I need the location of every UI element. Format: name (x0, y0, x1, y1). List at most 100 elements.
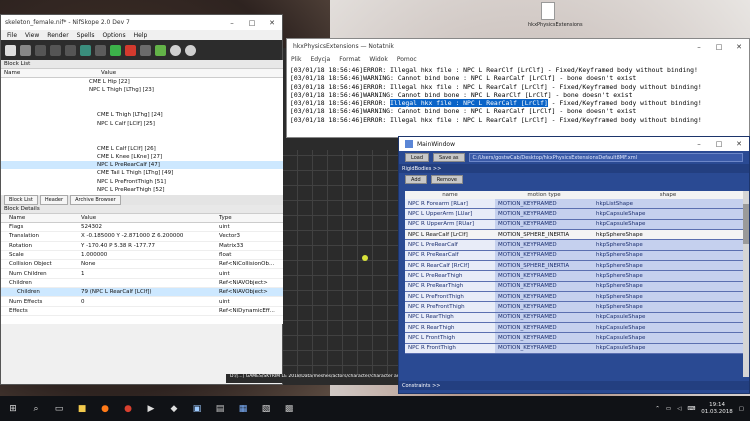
detail-row[interactable]: Num Children 1 uint (1, 269, 283, 279)
cell-name[interactable]: NPC R RearCalf [RrClf] (405, 261, 495, 271)
block-list-row[interactable] (1, 128, 283, 136)
search-icon[interactable]: ⌕ (26, 399, 46, 419)
notepad-titlebar[interactable]: hkxPhysicsExtensions — Notatnik – □ ✕ (287, 39, 749, 54)
cell-name[interactable]: NPC R PreRearCalf (405, 250, 495, 261)
block-list-row[interactable]: CME L Knee [LKne] [27] (1, 153, 283, 161)
cell-shape[interactable]: hkpSphereShape (593, 302, 743, 312)
app5-icon[interactable]: ▩ (279, 399, 299, 419)
tab-header[interactable]: Header (39, 195, 69, 205)
maximize-icon[interactable]: □ (709, 43, 729, 51)
red-cube-icon[interactable] (125, 44, 136, 56)
tab-archive-browser[interactable]: Archive Browser (70, 195, 121, 205)
block-list-row[interactable]: NPC L Calf [LClf] [25] (1, 119, 283, 127)
add-button[interactable]: Add (405, 175, 427, 184)
cell-motion[interactable]: MOTION_KEYFRAMED (495, 271, 593, 281)
cell-shape[interactable]: hkpCapsuleShape (593, 343, 743, 354)
notepad-text-area[interactable]: [03/01/18 18:56:46]ERROR: Illegal hkx fi… (287, 64, 749, 126)
cell-motion[interactable]: MOTION_KEYFRAMED (495, 240, 593, 250)
table-row[interactable]: NPC R UpperArm [RUar] MOTION_KEYFRAMED hkp… (405, 219, 743, 231)
cell-shape[interactable]: hkpSphereShape (593, 292, 743, 302)
column-value[interactable]: Value (101, 70, 116, 76)
network-icon[interactable]: ▭ (666, 406, 671, 412)
select-icon[interactable] (65, 44, 76, 56)
cell-shape[interactable]: hkpSphereShape (593, 281, 743, 292)
minimize-icon[interactable]: – (689, 140, 709, 148)
block-list-row[interactable]: CME L Thigh [LThg] [24] (1, 111, 283, 119)
cell-motion[interactable]: MOTION_KEYFRAMED (495, 333, 593, 343)
detail-row[interactable]: Translation X -0.185000 Y -2.871000 Z 6.2… (1, 232, 283, 242)
table-row[interactable]: NPC R RearThigh MOTION_KEYFRAMED hkpCapsul… (405, 323, 743, 334)
detail-row[interactable]: Num Effects 0 uint (1, 297, 283, 307)
cell-motion[interactable]: MOTION_KEYFRAMED (495, 343, 593, 354)
detail-row[interactable]: Collision Object None Ref<NiCollisionOb... (1, 260, 283, 270)
table-row[interactable]: NPC L PreRearThigh MOTION_KEYFRAMED hkpSph… (405, 271, 743, 282)
cell-motion[interactable]: MOTION_KEYFRAMED (495, 323, 593, 333)
cell-shape[interactable]: hkpSphereShape (593, 240, 743, 250)
menu-view[interactable]: View (25, 32, 39, 39)
cell-motion[interactable]: MOTION_KEYFRAMED (495, 209, 593, 219)
table-row[interactable]: NPC L PreFrontThigh MOTION_KEYFRAMED hkpSp… (405, 292, 743, 303)
close-icon[interactable]: ✕ (729, 140, 749, 148)
cell-name[interactable]: NPC R FrontThigh (405, 343, 495, 354)
globe-icon[interactable] (80, 44, 91, 56)
column-shape[interactable]: shape (593, 192, 743, 198)
table-row[interactable]: NPC R FrontThigh MOTION_KEYFRAMED hkpCapsu… (405, 343, 743, 355)
table-row[interactable]: NPC L PreRearCalf MOTION_KEYFRAMED hkpSphe… (405, 240, 743, 251)
column-name[interactable]: Name (1, 70, 101, 76)
cell-name[interactable]: NPC R PreFrontThigh (405, 302, 495, 312)
cell-motion[interactable]: MOTION_KEYFRAMED (495, 250, 593, 261)
column-type[interactable]: Type (219, 215, 279, 221)
column-motion-type[interactable]: motion type (495, 192, 593, 198)
cell-name[interactable]: NPC R UpperArm [RUar] (405, 219, 495, 230)
cell-name[interactable]: NPC L RearThigh (405, 312, 495, 323)
menu-render[interactable]: Render (47, 32, 68, 39)
close-icon[interactable]: ✕ (729, 43, 749, 51)
menu-options[interactable]: Options (102, 32, 125, 39)
cell-shape[interactable]: hkpCapsuleShape (593, 333, 743, 343)
cell-shape[interactable]: hkpSphereShape (593, 230, 743, 240)
detail-row[interactable]: Scale 1.000000 float (1, 251, 283, 261)
cell-name[interactable]: NPC L UpperArm [LUar] (405, 209, 495, 219)
detail-row[interactable]: Children 79 (NPC L RearCalf [LClf]) Ref<Ni… (1, 288, 283, 298)
table-row[interactable]: NPC R PreRearThigh MOTION_KEYFRAMED hkpSph… (405, 281, 743, 293)
open-icon[interactable] (5, 44, 16, 56)
app3-icon[interactable]: ▦ (233, 399, 253, 419)
app2-icon[interactable]: ▤ (210, 399, 230, 419)
app-icon[interactable]: ▣ (187, 399, 207, 419)
cell-shape[interactable]: hkpSphereShape (593, 250, 743, 261)
menu-file[interactable]: File (7, 32, 17, 39)
cube-icon[interactable] (95, 44, 106, 56)
media-icon[interactable]: ▶ (141, 399, 161, 419)
block-list-row[interactable] (1, 103, 283, 111)
file-explorer-icon[interactable]: ■ (72, 399, 92, 419)
cell-name[interactable]: NPC L PreFrontThigh (405, 292, 495, 302)
cell-motion[interactable]: MOTION_SPHERE_INERTIA (495, 261, 593, 271)
task-view-icon[interactable]: ▭ (49, 399, 69, 419)
save-icon[interactable] (20, 44, 31, 56)
column-value[interactable]: Value (81, 215, 219, 221)
table-row[interactable]: NPC L FrontThigh MOTION_KEYFRAMED hkpCapsu… (405, 333, 743, 344)
table-row[interactable]: NPC R PreFrontThigh MOTION_KEYFRAMED hkpSp… (405, 302, 743, 313)
tab-block-list[interactable]: Block List (4, 195, 38, 205)
block-list-row[interactable]: NPC L Thigh [LThg] [23] (1, 86, 283, 94)
table-row[interactable]: NPC R Forearm [RLar] MOTION_KEYFRAMED hkpL… (405, 199, 743, 210)
column-name[interactable]: Name (1, 215, 81, 221)
firefox-icon[interactable]: ● (95, 399, 115, 419)
chevron-up-icon[interactable]: ⌃ (655, 406, 660, 412)
block-list-row[interactable] (1, 136, 283, 144)
load-button[interactable]: Load (405, 153, 429, 162)
cell-motion[interactable]: MOTION_KEYFRAMED (495, 292, 593, 302)
desktop-file-icon[interactable]: hkxPhysicsExtensions (528, 2, 583, 28)
menu-spells[interactable]: Spells (77, 32, 95, 39)
keyboard-icon[interactable]: ⌨ (687, 406, 695, 412)
menu-pomoc[interactable]: Pomoc (397, 56, 417, 63)
nifskope-titlebar[interactable]: skeleton_female.nif* - NifSkope 2.0 Dev … (1, 15, 282, 30)
column-name[interactable]: name (405, 192, 495, 198)
block-list-row[interactable]: NPC L PreRearCalf [47] (1, 160, 283, 170)
close-icon[interactable]: ✕ (262, 19, 282, 27)
table-row[interactable]: NPC L RearCalf [LrClf] MOTION_SPHERE_INER… (405, 230, 743, 241)
table-row[interactable]: NPC R PreRearCalf MOTION_KEYFRAMED hkpSphe… (405, 250, 743, 262)
menu-format[interactable]: Format (339, 56, 360, 63)
start-icon[interactable]: ⊞ (3, 399, 23, 419)
detail-row[interactable]: Children Ref<NiAVObject> (1, 279, 283, 289)
